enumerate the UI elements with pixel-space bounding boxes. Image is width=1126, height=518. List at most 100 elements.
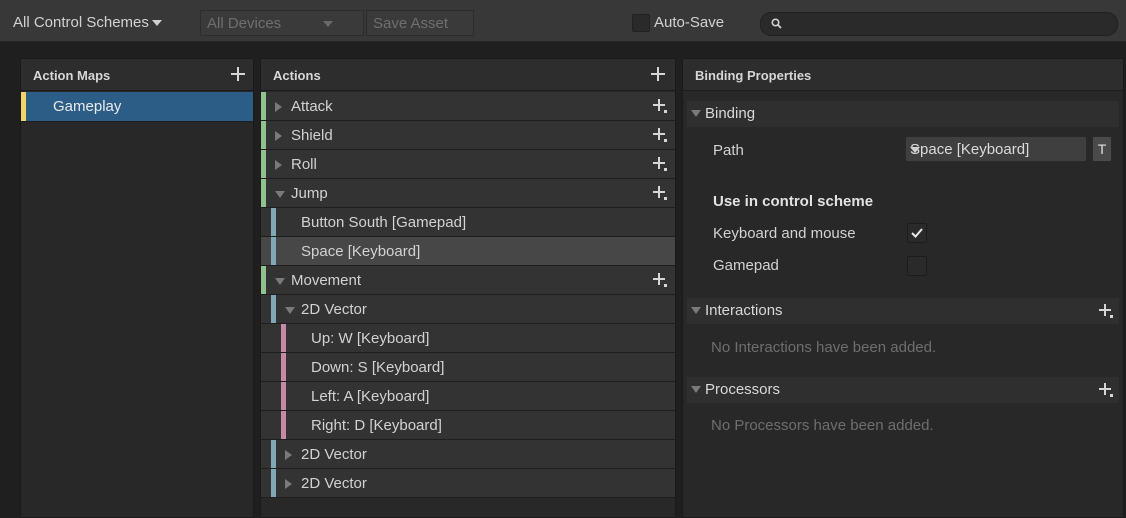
binding-properties-panel: Binding Properties Binding Path Space [K… — [682, 58, 1124, 518]
keyboard-mouse-checkbox[interactable] — [907, 223, 927, 243]
add-binding-dot — [664, 284, 667, 287]
action-tree-row-label: Jump — [291, 185, 328, 202]
chevron-down-icon — [323, 21, 334, 28]
action-maps-header: Action Maps — [21, 59, 253, 91]
processors-empty-text: No Processors have been added. — [711, 417, 934, 434]
action-tree-row[interactable]: Attack — [261, 92, 675, 121]
action-color-bar — [261, 266, 266, 294]
control-schemes-dropdown[interactable]: All Control Schemes — [8, 10, 200, 36]
actions-panel: Actions Attack Shield Roll Jump Button South… — [260, 58, 676, 518]
check-icon — [911, 228, 923, 238]
action-tree-row[interactable]: Space [Keyboard] — [261, 237, 675, 266]
use-in-scheme-heading: Use in control scheme — [713, 193, 874, 210]
action-tree-row-label: Movement — [291, 272, 362, 289]
chevron-down-icon — [910, 147, 920, 153]
expand-triangle-icon — [691, 386, 701, 393]
processors-section-title: Processors — [705, 381, 781, 398]
add-binding-icon[interactable] — [653, 99, 669, 115]
expanded-triangle-icon[interactable] — [275, 191, 285, 198]
actions-title: Actions — [273, 68, 321, 83]
action-tree-row[interactable]: 2D Vector — [261, 295, 675, 324]
part-color-bar — [281, 324, 286, 352]
action-tree-row-label: Space [Keyboard] — [301, 243, 421, 260]
action-tree-row-label: Shield — [291, 127, 333, 144]
interactions-section-header[interactable]: Interactions — [687, 298, 1119, 324]
action-tree-row-label: Button South [Gamepad] — [301, 214, 467, 231]
add-binding-icon[interactable] — [653, 157, 669, 173]
action-map-label: Gameplay — [53, 98, 122, 115]
search-icon — [771, 18, 782, 29]
expanded-triangle-icon[interactable] — [285, 307, 295, 314]
expand-triangle-icon — [691, 307, 701, 314]
binding-color-bar — [271, 208, 276, 236]
save-asset-button[interactable]: Save Asset — [366, 10, 474, 36]
add-binding-dot — [664, 168, 667, 171]
action-tree-row[interactable]: Shield — [261, 121, 675, 150]
action-tree-row[interactable]: 2D Vector — [261, 440, 675, 469]
add-binding-dot — [664, 139, 667, 142]
path-label: Path — [713, 142, 744, 159]
action-tree-row[interactable]: 2D Vector — [261, 469, 675, 498]
binding-section-header[interactable]: Binding — [687, 101, 1119, 127]
action-color-bar — [261, 150, 266, 178]
action-tree-row[interactable]: Button South [Gamepad] — [261, 208, 675, 237]
add-binding-icon[interactable] — [653, 273, 669, 289]
action-tree-row[interactable]: Left: A [Keyboard] — [261, 382, 675, 411]
action-tree-row-label: Left: A [Keyboard] — [311, 388, 430, 405]
action-tree-row-label: Attack — [291, 98, 333, 115]
add-processor-icon[interactable] — [1099, 383, 1115, 399]
expand-triangle-icon — [691, 110, 701, 117]
action-tree-row-label: Up: W [Keyboard] — [311, 330, 430, 347]
action-tree-row-label: Roll — [291, 156, 317, 173]
composite-color-bar — [271, 440, 276, 468]
composite-color-bar — [271, 469, 276, 497]
collapsed-triangle-icon[interactable] — [285, 479, 292, 489]
action-maps-title: Action Maps — [33, 68, 111, 83]
text-mode-button[interactable]: T — [1092, 136, 1112, 162]
add-binding-icon[interactable] — [653, 186, 669, 202]
map-color-bar — [21, 92, 26, 121]
action-tree-row[interactable]: Up: W [Keyboard] — [261, 324, 675, 353]
devices-label: All Devices — [207, 15, 282, 32]
interactions-empty-text: No Interactions have been added. — [711, 339, 937, 356]
chevron-down-icon — [151, 20, 162, 27]
collapsed-triangle-icon[interactable] — [285, 450, 292, 460]
action-tree-row[interactable]: Roll — [261, 150, 675, 179]
add-interaction-icon[interactable] — [1099, 304, 1115, 320]
add-binding-icon[interactable] — [653, 128, 669, 144]
action-tree-row[interactable]: Jump — [261, 179, 675, 208]
toolbar: All Control Schemes All Devices Save Ass… — [0, 0, 1126, 42]
scheme-label-gamepad: Gamepad — [713, 257, 779, 274]
collapsed-triangle-icon[interactable] — [275, 102, 282, 112]
collapsed-triangle-icon[interactable] — [275, 160, 282, 170]
devices-dropdown[interactable]: All Devices — [200, 10, 364, 36]
binding-section-title: Binding — [705, 105, 756, 122]
action-tree-row-label: Down: S [Keyboard] — [311, 359, 445, 376]
binding-properties-header: Binding Properties — [683, 59, 1123, 91]
binding-color-bar — [271, 237, 276, 265]
path-dropdown[interactable]: Space [Keyboard] — [905, 136, 1087, 162]
save-asset-label: Save Asset — [373, 15, 449, 32]
gamepad-checkbox[interactable] — [907, 256, 927, 276]
action-maps-panel: Action Maps Gameplay — [20, 58, 254, 518]
part-color-bar — [281, 382, 286, 410]
composite-color-bar — [271, 295, 276, 323]
action-tree-row-label: 2D Vector — [301, 446, 367, 463]
add-action-map-icon[interactable] — [231, 67, 245, 81]
processors-section-header[interactable]: Processors — [687, 377, 1119, 403]
add-action-icon[interactable] — [651, 67, 665, 81]
part-color-bar — [281, 353, 286, 381]
action-map-item-gameplay[interactable]: Gameplay — [21, 92, 253, 122]
actions-header: Actions — [261, 59, 675, 91]
collapsed-triangle-icon[interactable] — [275, 131, 282, 141]
add-binding-dot — [664, 110, 667, 113]
add-binding-dot — [664, 197, 667, 200]
action-tree-row[interactable]: Right: D [Keyboard] — [261, 411, 675, 440]
search-input[interactable] — [760, 12, 1118, 36]
action-tree-row[interactable]: Down: S [Keyboard] — [261, 353, 675, 382]
action-tree-row-label: 2D Vector — [301, 301, 367, 318]
action-tree-row[interactable]: Movement — [261, 266, 675, 295]
expanded-triangle-icon[interactable] — [275, 278, 285, 285]
binding-properties-title: Binding Properties — [695, 68, 812, 83]
auto-save-checkbox[interactable] — [632, 14, 650, 32]
